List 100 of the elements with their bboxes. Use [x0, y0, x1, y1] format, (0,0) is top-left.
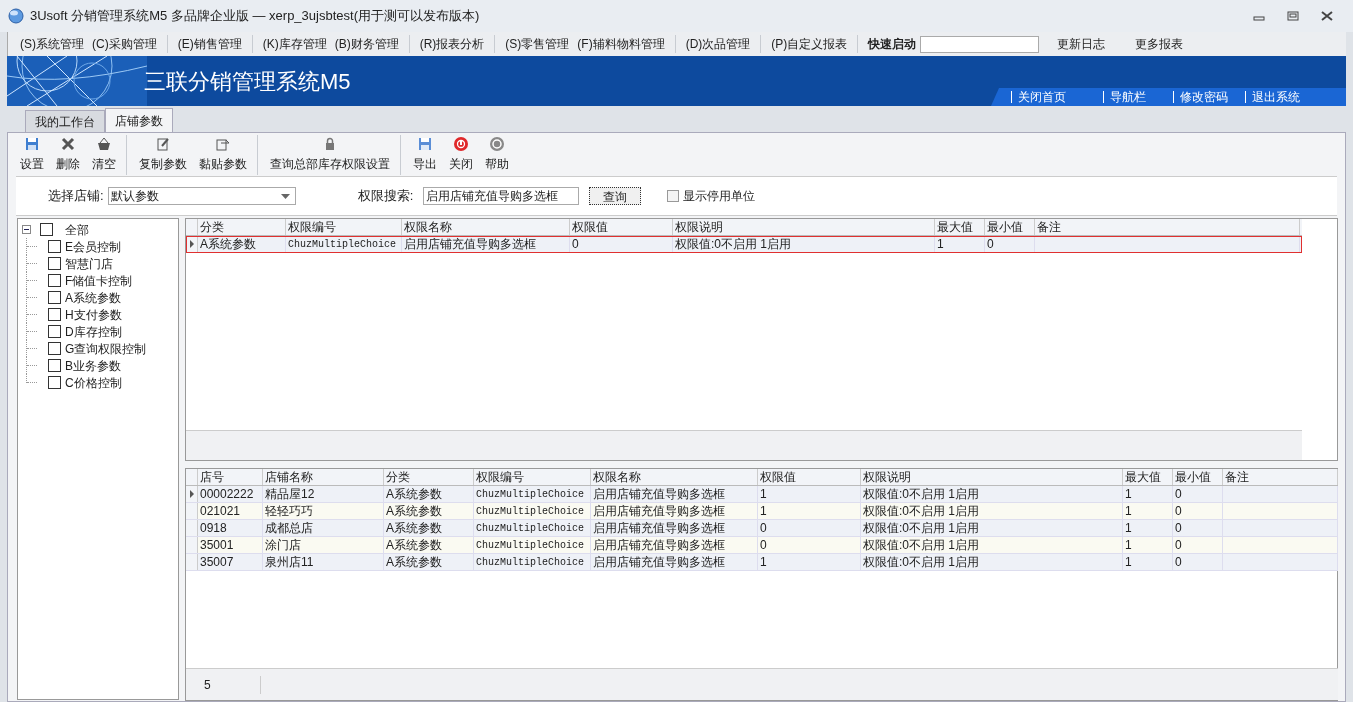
close-icon[interactable]	[1321, 11, 1333, 21]
store-dropdown[interactable]: 默认参数	[107, 187, 296, 205]
toolbar-button[interactable]: 查询总部库存权限设置	[264, 134, 401, 175]
menu-item[interactable]: (B)财务管理	[330, 35, 410, 53]
table-cell: 涂门店	[263, 537, 384, 553]
toolbar-button[interactable]: 帮助	[479, 134, 515, 175]
menu-link[interactable]: 更新日志	[1056, 35, 1107, 53]
checkbox[interactable]	[48, 359, 61, 372]
checkbox[interactable]	[48, 274, 61, 287]
table-cell: 0	[985, 236, 1035, 252]
tree-item[interactable]: A系统参数	[65, 288, 121, 307]
table-cell: 0	[570, 236, 673, 252]
tree-item[interactable]: F储值卡控制	[65, 271, 133, 290]
column-header[interactable]: 权限值	[758, 469, 861, 485]
table-cell: 精品屋12	[263, 486, 384, 502]
table-cell: 00002222	[198, 486, 263, 502]
menu-item[interactable]: (P)自定义报表	[767, 35, 859, 53]
column-header[interactable]: 权限说明	[673, 219, 935, 235]
table-row[interactable]: 35001 涂门店 A系统参数 ChuzMultipleChoice 启用店铺充值导购多选框 0 权限值:0不启用 1启用 1 0	[186, 537, 1338, 554]
table-cell: 权限值:0不启用 1启用	[861, 486, 1123, 502]
search-button[interactable]: 查询	[589, 187, 642, 205]
column-header[interactable]: 店号	[198, 469, 263, 485]
column-header[interactable]: 权限说明	[861, 469, 1123, 485]
table-row[interactable]: 021021 轻轻巧巧 A系统参数 ChuzMultipleChoice 启用店铺充值导购多选框 1 权限值:0不启用 1启用 1 0	[186, 503, 1338, 520]
tree-item[interactable]: 全部	[65, 220, 89, 239]
table-cell: A系统参数	[384, 520, 474, 536]
maximize-icon[interactable]	[1287, 11, 1299, 21]
menu-item[interactable]: (K)库存管理	[258, 35, 331, 53]
checkbox[interactable]	[48, 325, 61, 338]
toolbar-button[interactable]: 设置	[14, 134, 50, 175]
checkbox[interactable]	[48, 240, 61, 253]
checkbox[interactable]	[48, 308, 61, 321]
checkbox-label: 显示停用单位	[683, 188, 756, 205]
table-row[interactable]: 00002222 精品屋12 A系统参数 ChuzMultipleChoice 启用店铺充值导购多选框 1 权限值:0不启用 1启用 1 0	[186, 486, 1338, 503]
table-cell: 0	[1173, 503, 1223, 519]
toolbar-button[interactable]: 复制参数	[133, 134, 193, 175]
quick-launch-label: 快速启动	[866, 36, 918, 53]
column-header[interactable]: 最大值	[1123, 469, 1173, 485]
tree-item[interactable]: C价格控制	[65, 373, 122, 392]
tree-item[interactable]: 智慧门店	[65, 254, 113, 273]
menu-item[interactable]: (C)采购管理	[88, 35, 168, 53]
tree-item[interactable]: G查询权限控制	[65, 339, 147, 358]
column-header[interactable]: 权限名称	[591, 469, 758, 485]
menu-item[interactable]: (D)次品管理	[681, 35, 762, 53]
checkbox[interactable]	[48, 376, 61, 389]
row-header[interactable]	[186, 236, 198, 252]
column-header[interactable]: 最小值	[985, 219, 1035, 235]
delete-icon	[60, 136, 76, 152]
toolbar-button[interactable]: 清空	[86, 134, 127, 175]
checkbox[interactable]	[48, 257, 61, 270]
row-count: 5	[204, 675, 261, 694]
column-header[interactable]: 权限值	[570, 219, 673, 235]
table-cell: ChuzMultipleChoice	[474, 486, 591, 502]
column-header[interactable]: 最小值	[1173, 469, 1223, 485]
banner-link[interactable]: 关闭首页	[1011, 91, 1103, 103]
tree-item[interactable]: B业务参数	[65, 356, 121, 375]
menu-item[interactable]: (S)系统管理	[16, 35, 88, 53]
quick-launch-field[interactable]	[920, 35, 1040, 53]
table-cell: 1	[1123, 537, 1173, 553]
table-cell: 1	[758, 503, 861, 519]
toolbar-button[interactable]: 导出	[407, 134, 443, 175]
tab[interactable]: 店铺参数	[105, 108, 173, 132]
table-row[interactable]: 35007 泉州店11 A系统参数 ChuzMultipleChoice 启用店铺充值导购多选框 1 权限值:0不启用 1启用 1 0	[186, 554, 1338, 571]
column-header[interactable]: 分类	[198, 219, 286, 235]
toolbar-button[interactable]: 关闭	[443, 134, 479, 175]
window-title: 3Usoft 分销管理系统M5 多品牌企业版 — xerp_3ujsbtest(用于测可以发布版本)	[30, 7, 480, 26]
banner-link[interactable]: 退出系统	[1245, 91, 1325, 103]
column-header[interactable]: 权限编号	[474, 469, 591, 485]
column-header[interactable]: 最大值	[935, 219, 985, 235]
table-row[interactable]: 0918 成都总店 A系统参数 ChuzMultipleChoice 启用店铺充值导购多选框 0 权限值:0不启用 1启用 1 0	[186, 520, 1338, 537]
table-row[interactable]: A系统参数 ChuzMultipleChoice 启用店铺充值导购多选框 0 权限值:0不启用 1启用 1 0	[186, 236, 1302, 253]
column-header[interactable]: 权限编号	[286, 219, 402, 235]
tree-item[interactable]: E会员控制	[65, 237, 121, 256]
tree-item[interactable]: H支付参数	[65, 305, 122, 324]
menu-item[interactable]: (S)零售管理	[501, 35, 574, 53]
menu-item[interactable]: (F)辅料物料管理	[573, 35, 676, 53]
menu-item[interactable]: (E)销售管理	[173, 35, 253, 53]
checkbox[interactable]	[48, 342, 61, 355]
toolbar-button[interactable]: 删除	[50, 134, 86, 175]
row-header[interactable]	[186, 486, 198, 502]
checkbox[interactable]	[48, 291, 61, 304]
checkbox[interactable]	[667, 190, 680, 202]
search-field[interactable]: 启用店铺充值导购多选框	[423, 187, 580, 205]
menu-item[interactable]: (R)报表分析	[415, 35, 496, 53]
tab[interactable]: 我的工作台	[25, 110, 105, 132]
column-header[interactable]: 备注	[1035, 219, 1300, 235]
menu-link[interactable]: 更多报表	[1134, 35, 1185, 53]
checkbox[interactable]	[40, 223, 53, 236]
banner-link[interactable]: 导航栏	[1103, 91, 1173, 103]
column-header[interactable]: 店铺名称	[263, 469, 384, 485]
collapse-icon[interactable]	[22, 225, 31, 234]
table-cell: 1	[1123, 486, 1173, 502]
column-header[interactable]: 分类	[384, 469, 474, 485]
toolbar-button[interactable]: 黏贴参数	[193, 134, 258, 175]
column-header[interactable]: 备注	[1223, 469, 1338, 485]
tree-item[interactable]: D库存控制	[65, 322, 122, 341]
column-header[interactable]: 权限名称	[402, 219, 570, 235]
dropdown-caret-icon	[280, 193, 290, 199]
banner-link[interactable]: 修改密码	[1173, 91, 1245, 103]
table-cell: A系统参数	[384, 537, 474, 553]
